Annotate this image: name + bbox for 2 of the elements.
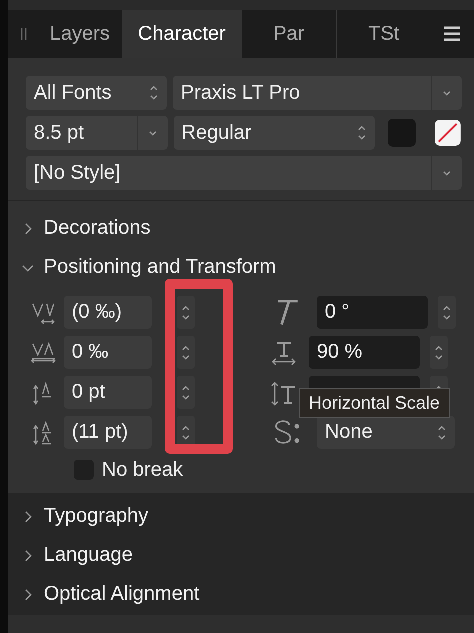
tooltip: Horizontal Scale [299, 388, 450, 418]
checkbox-label: No break [102, 458, 184, 482]
